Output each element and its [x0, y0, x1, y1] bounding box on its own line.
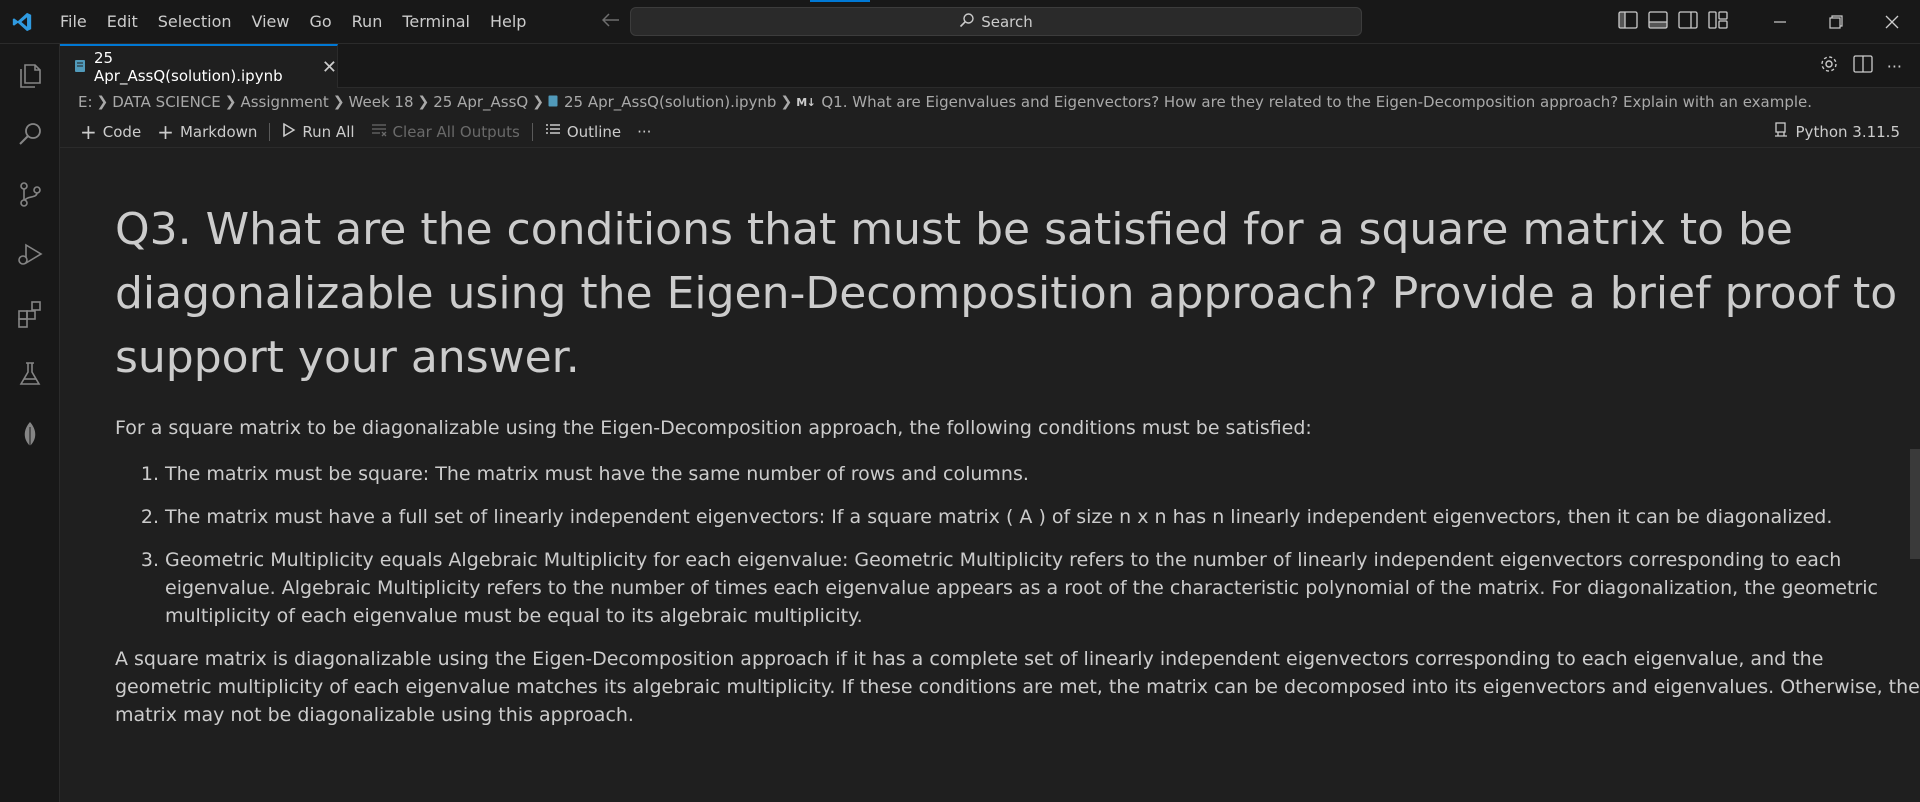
breadcrumb-file[interactable]: 25 Apr_AssQ(solution).ipynb — [564, 93, 776, 111]
breadcrumb-item[interactable]: Assignment — [240, 93, 328, 111]
list-item: 1. The matrix must be square: The matrix… — [115, 460, 1920, 488]
search-view-icon[interactable] — [0, 104, 60, 164]
breadcrumb-separator-icon: ❯ — [224, 94, 237, 110]
cell-conclusion-paragraph: A square matrix is diagonalizable using … — [115, 648, 1920, 726]
title-bar-controls — [1618, 0, 1920, 44]
outline-icon — [545, 123, 561, 141]
menu-run[interactable]: Run — [342, 7, 393, 37]
title-accent-bar — [810, 0, 870, 2]
toggle-panel-icon[interactable] — [1648, 11, 1668, 33]
toggle-secondary-sidebar-icon[interactable] — [1678, 11, 1698, 33]
breadcrumb-item[interactable]: E: — [78, 93, 93, 111]
plus-icon: + — [80, 119, 97, 144]
breadcrumb-item[interactable]: DATA SCIENCE — [112, 93, 220, 111]
list-item-text: The matrix must have a full set of linea… — [165, 506, 1833, 528]
add-code-label: Code — [102, 122, 142, 141]
clear-outputs-label: Clear All Outputs — [392, 122, 520, 141]
customize-layout-icon[interactable] — [1708, 11, 1728, 33]
leaf-icon[interactable] — [0, 404, 60, 464]
toolbar-separator — [269, 122, 271, 141]
list-item-number: 2. — [140, 506, 159, 528]
cell-intro-paragraph: For a square matrix to be diagonalizable… — [115, 417, 1312, 439]
notebook-editor: Q3. What are the conditions that must be… — [60, 149, 1920, 802]
restore-icon[interactable] — [1808, 0, 1864, 44]
settings-gear-icon[interactable] — [1819, 54, 1839, 78]
kernel-picker[interactable]: Python 3.11.5 — [1774, 116, 1900, 148]
command-center-search[interactable]: Search — [630, 7, 1362, 36]
breadcrumb-separator-icon: ❯ — [532, 94, 544, 110]
breadcrumb-separator-icon: ❯ — [96, 94, 109, 110]
menu-view[interactable]: View — [242, 7, 300, 37]
outline-label: Outline — [566, 122, 622, 141]
run-debug-icon[interactable] — [0, 224, 60, 284]
minimize-icon[interactable] — [1752, 0, 1808, 44]
breadcrumb-separator-icon: ❯ — [780, 94, 793, 110]
menu-go[interactable]: Go — [299, 7, 341, 37]
split-editor-icon[interactable] — [1853, 55, 1873, 77]
editor-tab-bar: 25 Apr_AssQ(solution).ipynb ✕ ··· — [60, 44, 1920, 88]
notebook-file-icon — [74, 58, 86, 77]
breadcrumb: E: ❯ DATA SCIENCE ❯ Assignment ❯ Week 18… — [60, 88, 1920, 116]
menu-terminal[interactable]: Terminal — [392, 7, 480, 37]
menu-file[interactable]: File — [50, 7, 97, 37]
list-item-number: 3. — [140, 549, 159, 571]
breadcrumb-item[interactable]: Week 18 — [349, 93, 414, 111]
kernel-icon — [1774, 122, 1788, 142]
list-item: 2. The matrix must have a full set of li… — [115, 503, 1920, 531]
run-all-label: Run All — [302, 122, 355, 141]
back-arrow-icon[interactable] — [600, 11, 622, 32]
add-markdown-cell-button[interactable]: + Markdown — [149, 119, 265, 145]
run-all-button[interactable]: Run All — [274, 119, 362, 145]
toolbar-separator — [531, 122, 533, 141]
activity-bar — [0, 44, 60, 802]
add-code-cell-button[interactable]: + Code — [72, 119, 149, 145]
breadcrumb-separator-icon: ❯ — [417, 94, 430, 110]
list-item-text: Geometric Multiplicity equals Algebraic … — [165, 549, 1878, 627]
menu-edit[interactable]: Edit — [97, 7, 148, 37]
markdown-cell[interactable]: Q3. What are the conditions that must be… — [115, 149, 1920, 729]
kernel-label: Python 3.11.5 — [1795, 123, 1900, 141]
conditions-list: 1. The matrix must be square: The matrix… — [115, 460, 1920, 630]
close-icon[interactable] — [1864, 0, 1920, 44]
clear-outputs-icon — [371, 123, 387, 141]
source-control-icon[interactable] — [0, 164, 60, 224]
testing-icon[interactable] — [0, 344, 60, 404]
editor-scrollbar[interactable] — [1910, 449, 1920, 559]
tab-label: 25 Apr_AssQ(solution).ipynb — [94, 49, 283, 85]
cell-heading: Q3. What are the conditions that must be… — [115, 204, 1898, 383]
add-markdown-label: Markdown — [179, 122, 258, 141]
plus-icon: + — [157, 119, 174, 144]
list-item-number: 1. — [140, 463, 159, 485]
more-toolbar-actions-button[interactable]: ··· — [629, 119, 659, 145]
editor-actions: ··· — [1819, 44, 1902, 88]
tab-close-icon[interactable]: ✕ — [322, 57, 337, 78]
breadcrumb-item[interactable]: 25 Apr_AssQ — [433, 93, 528, 111]
explorer-icon[interactable] — [0, 44, 60, 104]
breadcrumb-section[interactable]: Q1. What are Eigenvalues and Eigenvector… — [821, 93, 1812, 111]
menu-selection[interactable]: Selection — [148, 7, 242, 37]
play-icon — [282, 122, 296, 142]
markdown-badge-icon: M↓ — [796, 95, 816, 109]
notebook-file-icon — [548, 93, 558, 111]
tab-notebook[interactable]: 25 Apr_AssQ(solution).ipynb ✕ — [60, 44, 338, 88]
toggle-primary-sidebar-icon[interactable] — [1618, 11, 1638, 33]
search-label: Search — [981, 12, 1033, 31]
breadcrumb-separator-icon: ❯ — [332, 94, 345, 110]
clear-all-outputs-button[interactable]: Clear All Outputs — [363, 119, 528, 145]
search-icon — [959, 12, 975, 32]
menu-bar: File Edit Selection View Go Run Terminal… — [50, 0, 536, 44]
more-actions-icon[interactable]: ··· — [1887, 57, 1902, 76]
notebook-toolbar: + Code + Markdown Run All Clear All Outp… — [60, 116, 1920, 148]
menu-help[interactable]: Help — [480, 7, 536, 37]
title-bar: File Edit Selection View Go Run Terminal… — [0, 0, 1920, 44]
outline-button[interactable]: Outline — [537, 119, 629, 145]
vscode-logo-icon — [0, 0, 44, 44]
list-item-text: The matrix must be square: The matrix mu… — [165, 463, 1029, 485]
list-item: 3. Geometric Multiplicity equals Algebra… — [115, 546, 1920, 630]
extensions-icon[interactable] — [0, 284, 60, 344]
